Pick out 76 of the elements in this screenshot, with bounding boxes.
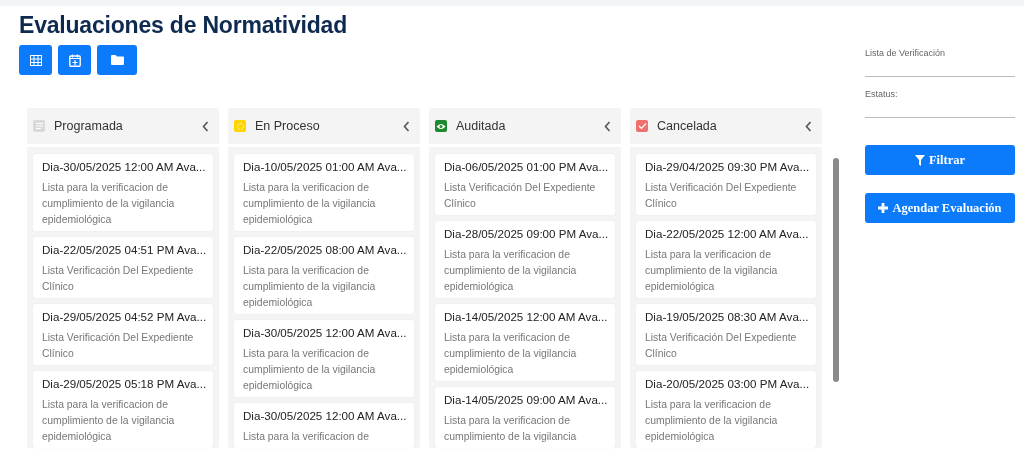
- card-description: Lista Verificación Del Expediente Clínico: [645, 181, 798, 211]
- card-title: Dia-06/05/2025 01:00 PM Ava...: [444, 159, 606, 175]
- evaluation-card[interactable]: Dia-14/05/2025 12:00 AM Ava... Lista para la verificacion de cumplimiento de la vigilancia epidemiológica: [435, 304, 615, 381]
- card-description: Lista para la verificacion de cumplimiento de la vigilancia epidemiológica: [42, 181, 176, 227]
- chevron-left-icon: [805, 120, 812, 132]
- card-description: Lista para la verificacion de cumplimiento de la vigilancia epidemiológica: [444, 331, 578, 377]
- evaluation-card[interactable]: Dia-29/05/2025 04:52 PM Ava... Lista Verificación Del Expediente Clínico: [33, 304, 213, 365]
- card-description: Lista Verificación Del Expediente Clínico: [444, 181, 597, 211]
- toolbar-button[interactable]: [97, 45, 137, 75]
- toolbar-button[interactable]: [19, 45, 52, 75]
- evaluation-card[interactable]: Dia-28/05/2025 09:00 PM Ava... Lista para la verificacion de cumplimiento de la vigilancia epidemiológica: [435, 221, 615, 298]
- page-title: Evaluaciones de Normatividad: [19, 11, 348, 40]
- card-title: Dia-19/05/2025 08:30 AM Ava...: [645, 309, 807, 325]
- evaluation-card[interactable]: Dia-22/05/2025 12:00 AM Ava... Lista para la verificacion de cumplimiento de la vigilancia epidemiológica: [636, 221, 816, 298]
- field-label: Lista de Verificación: [865, 48, 946, 58]
- card-description: Lista para la verificacion de: [243, 430, 370, 444]
- evaluation-card[interactable]: Dia-29/05/2025 05:18 PM Ava... Lista para la verificacion de cumplimiento de la vigilancia epidemiológica: [33, 371, 213, 448]
- chevron-left-icon: [202, 120, 209, 132]
- card-title: Dia-29/04/2025 09:30 PM Ava...: [645, 159, 807, 175]
- folder-icon: [110, 55, 124, 65]
- evaluation-card[interactable]: Dia-30/05/2025 12:00 AM Ava... Lista para la verificacion de cumplimiento de la vigilancia epidemiológica: [234, 320, 414, 397]
- chevron-left-icon: [604, 120, 611, 132]
- card-description: Lista para la verificacion de cumplimiento de la vigilancia: [444, 414, 578, 444]
- card-description: Lista para la verificacion de cumplimiento de la vigilancia epidemiológica: [243, 181, 377, 227]
- evaluation-card[interactable]: Dia-29/04/2025 09:30 PM Ava... Lista Verificación Del Expediente Clínico: [636, 154, 816, 215]
- evaluation-card[interactable]: Dia-30/05/2025 12:00 AM Ava... Lista para la verificacion de: [234, 403, 414, 448]
- card-description: Lista Verificación Del Expediente Clínico: [42, 331, 195, 361]
- column-title: En Proceso: [255, 119, 321, 133]
- column-title: Programada: [54, 119, 124, 133]
- evaluation-card[interactable]: Dia-30/05/2025 12:00 AM Ava... Lista para la verificacion de cumplimiento de la vigilancia epidemiológica: [33, 154, 213, 231]
- grid-icon: [29, 54, 42, 66]
- card-title: Dia-30/05/2025 12:00 AM Ava...: [243, 325, 405, 341]
- toolbar-button[interactable]: [58, 45, 91, 75]
- evaluation-card[interactable]: Dia-22/05/2025 04:51 PM Ava... Lista Verificación Del Expediente Clínico: [33, 237, 213, 298]
- card-description: Lista para la verificacion de cumplimiento de la vigilancia epidemiológica: [444, 248, 578, 294]
- calendar-plus-icon: [68, 53, 81, 67]
- field-label: Estatus:: [865, 89, 898, 99]
- card-description: Lista para la verificacion de cumplimiento de la vigilancia epidemiológica: [645, 398, 779, 444]
- evaluation-card[interactable]: Dia-10/05/2025 01:00 AM Ava... Lista para la verificacion de cumplimiento de la vigilancia epidemiológica: [234, 154, 414, 231]
- card-title: Dia-30/05/2025 12:00 AM Ava...: [42, 159, 204, 175]
- plus-icon: [878, 203, 889, 213]
- evaluation-card[interactable]: Dia-19/05/2025 08:30 AM Ava... Lista Verificación Del Expediente Clínico: [636, 304, 816, 365]
- filter-field[interactable]: Estatus:: [865, 83, 1015, 118]
- card-description: Lista para la verificacion de cumplimiento de la vigilancia epidemiológica: [243, 264, 377, 310]
- collapse-button[interactable]: [202, 120, 209, 132]
- action-button[interactable]: Agendar Evaluación: [865, 193, 1015, 223]
- card-title: Dia-10/05/2025 01:00 AM Ava...: [243, 159, 405, 175]
- card-title: Dia-14/05/2025 09:00 AM Ava...: [444, 392, 606, 408]
- card-title: Dia-22/05/2025 04:51 PM Ava...: [42, 242, 204, 258]
- card-description: Lista para la verificacion de cumplimiento de la vigilancia epidemiológica: [42, 398, 176, 444]
- column-title: Cancelada: [657, 119, 718, 133]
- evaluation-card[interactable]: Dia-14/05/2025 09:00 AM Ava... Lista para la verificacion de cumplimiento de la vigilancia: [435, 387, 615, 448]
- chevron-left-icon: [403, 120, 410, 132]
- evaluation-card[interactable]: Dia-20/05/2025 03:00 PM Ava... Lista para la verificacion de cumplimiento de la vigilancia epidemiológica: [636, 371, 816, 448]
- evaluation-card[interactable]: Dia-22/05/2025 08:00 AM Ava... Lista para la verificacion de cumplimiento de la vigilancia epidemiológica: [234, 237, 414, 314]
- card-title: Dia-29/05/2025 05:18 PM Ava...: [42, 376, 204, 392]
- collapse-button[interactable]: [805, 120, 812, 132]
- scrollbar-thumb[interactable]: [833, 158, 839, 382]
- card-title: Dia-22/05/2025 08:00 AM Ava...: [243, 242, 405, 258]
- card-title: Dia-14/05/2025 12:00 AM Ava...: [444, 309, 606, 325]
- collapse-button[interactable]: [604, 120, 611, 132]
- filter-field[interactable]: Lista de Verificación: [865, 42, 1015, 77]
- card-description: Lista para la verificacion de cumplimiento de la vigilancia epidemiológica: [243, 347, 377, 393]
- card-description: Lista Verificación Del Expediente Clínico: [42, 264, 195, 294]
- card-title: Dia-22/05/2025 12:00 AM Ava...: [645, 226, 807, 242]
- card-title: Dia-28/05/2025 09:00 PM Ava...: [444, 226, 606, 242]
- card-title: Dia-29/05/2025 04:52 PM Ava...: [42, 309, 204, 325]
- column-title: Auditada: [456, 119, 507, 133]
- action-button[interactable]: Filtrar: [865, 145, 1015, 175]
- card-title: Dia-20/05/2025 03:00 PM Ava...: [645, 376, 807, 392]
- card-description: Lista Verificación Del Expediente Clínico: [645, 331, 798, 361]
- filter-icon: [914, 154, 925, 166]
- collapse-button[interactable]: [403, 120, 410, 132]
- evaluation-card[interactable]: Dia-06/05/2025 01:00 PM Ava... Lista Verificación Del Expediente Clínico: [435, 154, 615, 215]
- card-title: Dia-30/05/2025 12:00 AM Ava...: [243, 408, 405, 424]
- card-description: Lista para la verificacion de cumplimiento de la vigilancia epidemiológica: [645, 248, 779, 294]
